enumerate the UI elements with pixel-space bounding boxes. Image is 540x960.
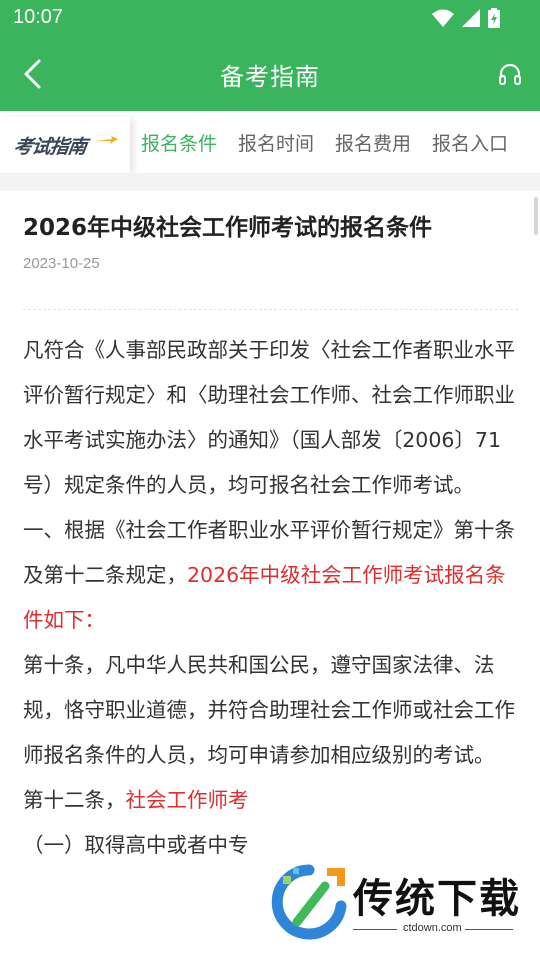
status-icons — [432, 8, 500, 28]
tab-registration-entry[interactable]: 报名入口 — [432, 129, 508, 156]
watermark-text: 传统下载 — [353, 876, 521, 922]
watermark: 传统下载 ctdown.com — [265, 858, 540, 960]
status-bar: 10:07 — [0, 0, 540, 36]
highlight-text: 社会工作师考 — [125, 788, 249, 812]
watermark-rule — [353, 929, 397, 930]
tab-registration-conditions[interactable]: 报名条件 — [141, 129, 217, 156]
battery-icon — [488, 8, 500, 28]
page-title: 备考指南 — [220, 63, 320, 91]
paragraph: 第十二条，社会工作师考 — [23, 778, 523, 823]
article-content[interactable]: 2026年中级社会工作师考试的报名条件 2023-10-25 凡符合《人事部民政… — [0, 191, 540, 960]
headset-icon — [499, 63, 521, 85]
exam-guide-logo: 考试指南 — [0, 117, 130, 173]
wifi-icon — [432, 9, 454, 27]
paragraph: 凡符合《人事部民政部关于印发〈社会工作者职业水平评价暂行规定〉和〈助理社会工作师… — [23, 338, 515, 497]
watermark-rule — [465, 929, 513, 930]
headset-button[interactable] — [494, 58, 526, 90]
logo-arrow-icon — [96, 136, 118, 144]
divider — [23, 309, 518, 310]
article-body: 凡符合《人事部民政部关于印发〈社会工作者职业水平评价暂行规定〉和〈助理社会工作师… — [23, 328, 523, 868]
article-title: 2026年中级社会工作师考试的报名条件 — [23, 215, 433, 241]
tab-registration-fee[interactable]: 报名费用 — [335, 129, 411, 156]
section-gap — [0, 173, 540, 191]
paragraph: 一、根据《社会工作者职业水平评价暂行规定》第十条及第十二条规定，2026年中级社… — [23, 508, 523, 643]
article-date: 2023-10-25 — [23, 255, 100, 272]
watermark-logo-icon — [271, 864, 347, 940]
scrollbar[interactable] — [534, 197, 538, 235]
tabs: 报名条件 报名时间 报名费用 报名入口 — [141, 111, 529, 173]
paragraph-text: 第十二条， — [23, 788, 126, 812]
paragraph: 第十条，凡中华人民共和国公民，遵守国家法律、法规，恪守职业道德，并符合助理社会工… — [23, 653, 515, 767]
signal-icon — [462, 9, 480, 27]
logo-text: 考试指南 — [12, 135, 88, 158]
app-bar: 备考指南 — [0, 36, 540, 111]
tab-registration-time[interactable]: 报名时间 — [238, 129, 314, 156]
status-time: 10:07 — [13, 6, 64, 28]
watermark-url: ctdown.com — [403, 922, 462, 934]
category-tab-bar: 考试指南 报名条件 报名时间 报名费用 报名入口 — [0, 111, 540, 173]
